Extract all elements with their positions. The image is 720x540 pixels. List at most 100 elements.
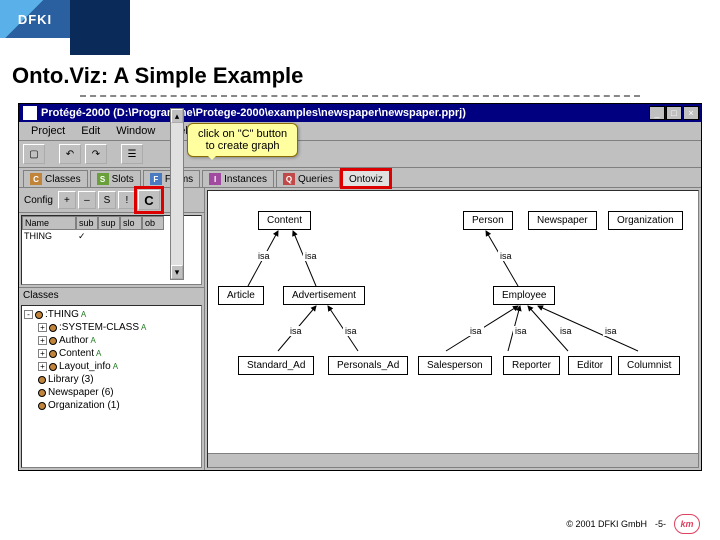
- props-icon[interactable]: ☰: [121, 144, 143, 164]
- tree-toggle-icon[interactable]: +: [38, 323, 47, 332]
- tab-classes[interactable]: CClasses: [23, 170, 88, 187]
- node-reporter[interactable]: Reporter: [503, 356, 560, 375]
- create-graph-button[interactable]: C: [138, 190, 160, 210]
- title-divider: [80, 95, 640, 97]
- tab-queries[interactable]: QQueries: [276, 170, 340, 187]
- edge-label: isa: [558, 326, 574, 336]
- tab-label: Instances: [224, 174, 267, 185]
- close-button[interactable]: ×: [683, 106, 699, 120]
- menu-edit[interactable]: Edit: [73, 123, 108, 139]
- graph-canvas[interactable]: Content Person Newspaper Organization Ar…: [207, 190, 699, 468]
- config-label: Config: [21, 195, 56, 206]
- tree-item[interactable]: + Layout_infoA: [24, 360, 199, 373]
- tab-ontoviz[interactable]: Ontoviz: [342, 170, 390, 187]
- tree-item[interactable]: +:SYSTEM-CLASSA: [24, 321, 199, 334]
- tree-label: Newspaper (6): [48, 387, 114, 398]
- td-slo: [120, 230, 142, 243]
- node-columnist[interactable]: Columnist: [618, 356, 680, 375]
- menu-window[interactable]: Window: [108, 123, 163, 139]
- tree-label: Library (3): [48, 374, 94, 385]
- node-editor[interactable]: Editor: [568, 356, 612, 375]
- tab-instances[interactable]: IInstances: [202, 170, 274, 187]
- edge-label: isa: [498, 251, 514, 261]
- menu-project[interactable]: Project: [23, 123, 73, 139]
- edge-label: isa: [468, 326, 484, 336]
- tree-label: :THING: [45, 309, 79, 320]
- config-remove-button[interactable]: –: [78, 191, 96, 209]
- edge-label: isa: [343, 326, 359, 336]
- th-sub: sub: [76, 216, 98, 230]
- slide-title: Onto.Viz: A Simple Example: [0, 55, 720, 93]
- queries-icon: Q: [283, 173, 295, 185]
- tree-sup: A: [90, 336, 95, 345]
- toolbar: click on "C" button to create graph ▢ ↶ …: [19, 141, 701, 168]
- class-dot-icon: [49, 337, 57, 345]
- class-dot-icon: [49, 363, 57, 371]
- graph-scrollbar[interactable]: [208, 453, 698, 467]
- tab-label: Slots: [112, 174, 134, 185]
- scroll-track[interactable]: [171, 123, 183, 265]
- node-organization[interactable]: Organization: [608, 211, 683, 230]
- node-employee[interactable]: Employee: [493, 286, 555, 305]
- redo-icon[interactable]: ↷: [85, 144, 107, 164]
- edge-label: isa: [288, 326, 304, 336]
- dfki-logo: DFKI: [0, 0, 70, 38]
- scroll-down-icon[interactable]: ▾: [171, 265, 183, 279]
- undo-icon[interactable]: ↶: [59, 144, 81, 164]
- copyright: © 2001 DFKI GmbH: [566, 519, 647, 529]
- node-salesperson[interactable]: Salesperson: [418, 356, 492, 375]
- tree-item[interactable]: Newspaper (6): [24, 386, 199, 399]
- node-article[interactable]: Article: [218, 286, 264, 305]
- left-scrollbar[interactable]: ▴ ▾: [170, 108, 184, 280]
- td-sup: [98, 230, 120, 243]
- tree-sup: A: [96, 349, 101, 358]
- graph-edges: [208, 191, 698, 467]
- tab-label: Ontoviz: [349, 174, 383, 185]
- scroll-up-icon[interactable]: ▴: [171, 109, 183, 123]
- classes-label: Classes: [19, 287, 204, 303]
- tree-sup: A: [113, 362, 118, 371]
- node-standard-ad[interactable]: Standard_Ad: [238, 356, 314, 375]
- window-title: Protégé-2000 (D:\Programme\Protege-2000\…: [41, 107, 649, 119]
- slots-icon: S: [97, 173, 109, 185]
- node-person[interactable]: Person: [463, 211, 513, 230]
- slide-footer: © 2001 DFKI GmbH -5- km: [566, 514, 700, 534]
- tab-label: Queries: [298, 174, 333, 185]
- tree-item[interactable]: +AuthorA: [24, 334, 199, 347]
- edge-label: isa: [303, 251, 319, 261]
- callout-tooltip: click on "C" button to create graph: [187, 123, 298, 157]
- node-advertisement[interactable]: Advertisement: [283, 286, 365, 305]
- td-sub: ✓: [76, 230, 98, 243]
- km-logo: km: [674, 514, 700, 534]
- class-dot-icon: [38, 389, 46, 397]
- tree-toggle-icon[interactable]: +: [38, 362, 47, 371]
- tree-label: Layout_info: [59, 361, 111, 372]
- tree-toggle-icon[interactable]: +: [38, 349, 47, 358]
- class-tree[interactable]: -:THINGA +:SYSTEM-CLASSA +AuthorA +Conte…: [21, 305, 202, 468]
- header-block: [70, 0, 130, 55]
- tree-toggle-icon[interactable]: -: [24, 310, 33, 319]
- window-titlebar[interactable]: Protégé-2000 (D:\Programme\Protege-2000\…: [19, 104, 701, 122]
- new-icon[interactable]: ▢: [23, 144, 45, 164]
- edge-label: isa: [256, 251, 272, 261]
- tree-label: Content: [59, 348, 94, 359]
- config-s-button[interactable]: S: [98, 191, 116, 209]
- tab-slots[interactable]: SSlots: [90, 170, 141, 187]
- config-add-button[interactable]: +: [58, 191, 76, 209]
- minimize-button[interactable]: _: [649, 106, 665, 120]
- maximize-button[interactable]: □: [666, 106, 682, 120]
- config-bang-button[interactable]: !: [118, 191, 136, 209]
- edge-label: isa: [513, 326, 529, 336]
- node-personals-ad[interactable]: Personals_Ad: [328, 356, 408, 375]
- class-dot-icon: [35, 311, 43, 319]
- tree-label: Organization (1): [48, 400, 120, 411]
- tree-toggle-icon[interactable]: +: [38, 336, 47, 345]
- tree-item[interactable]: Organization (1): [24, 399, 199, 412]
- node-content[interactable]: Content: [258, 211, 311, 230]
- edge-label: isa: [603, 326, 619, 336]
- tree-item[interactable]: Library (3): [24, 373, 199, 386]
- tree-item[interactable]: -:THINGA: [24, 308, 199, 321]
- tree-item[interactable]: + ContentA: [24, 347, 199, 360]
- node-newspaper[interactable]: Newspaper: [528, 211, 597, 230]
- th-sup: sup: [98, 216, 120, 230]
